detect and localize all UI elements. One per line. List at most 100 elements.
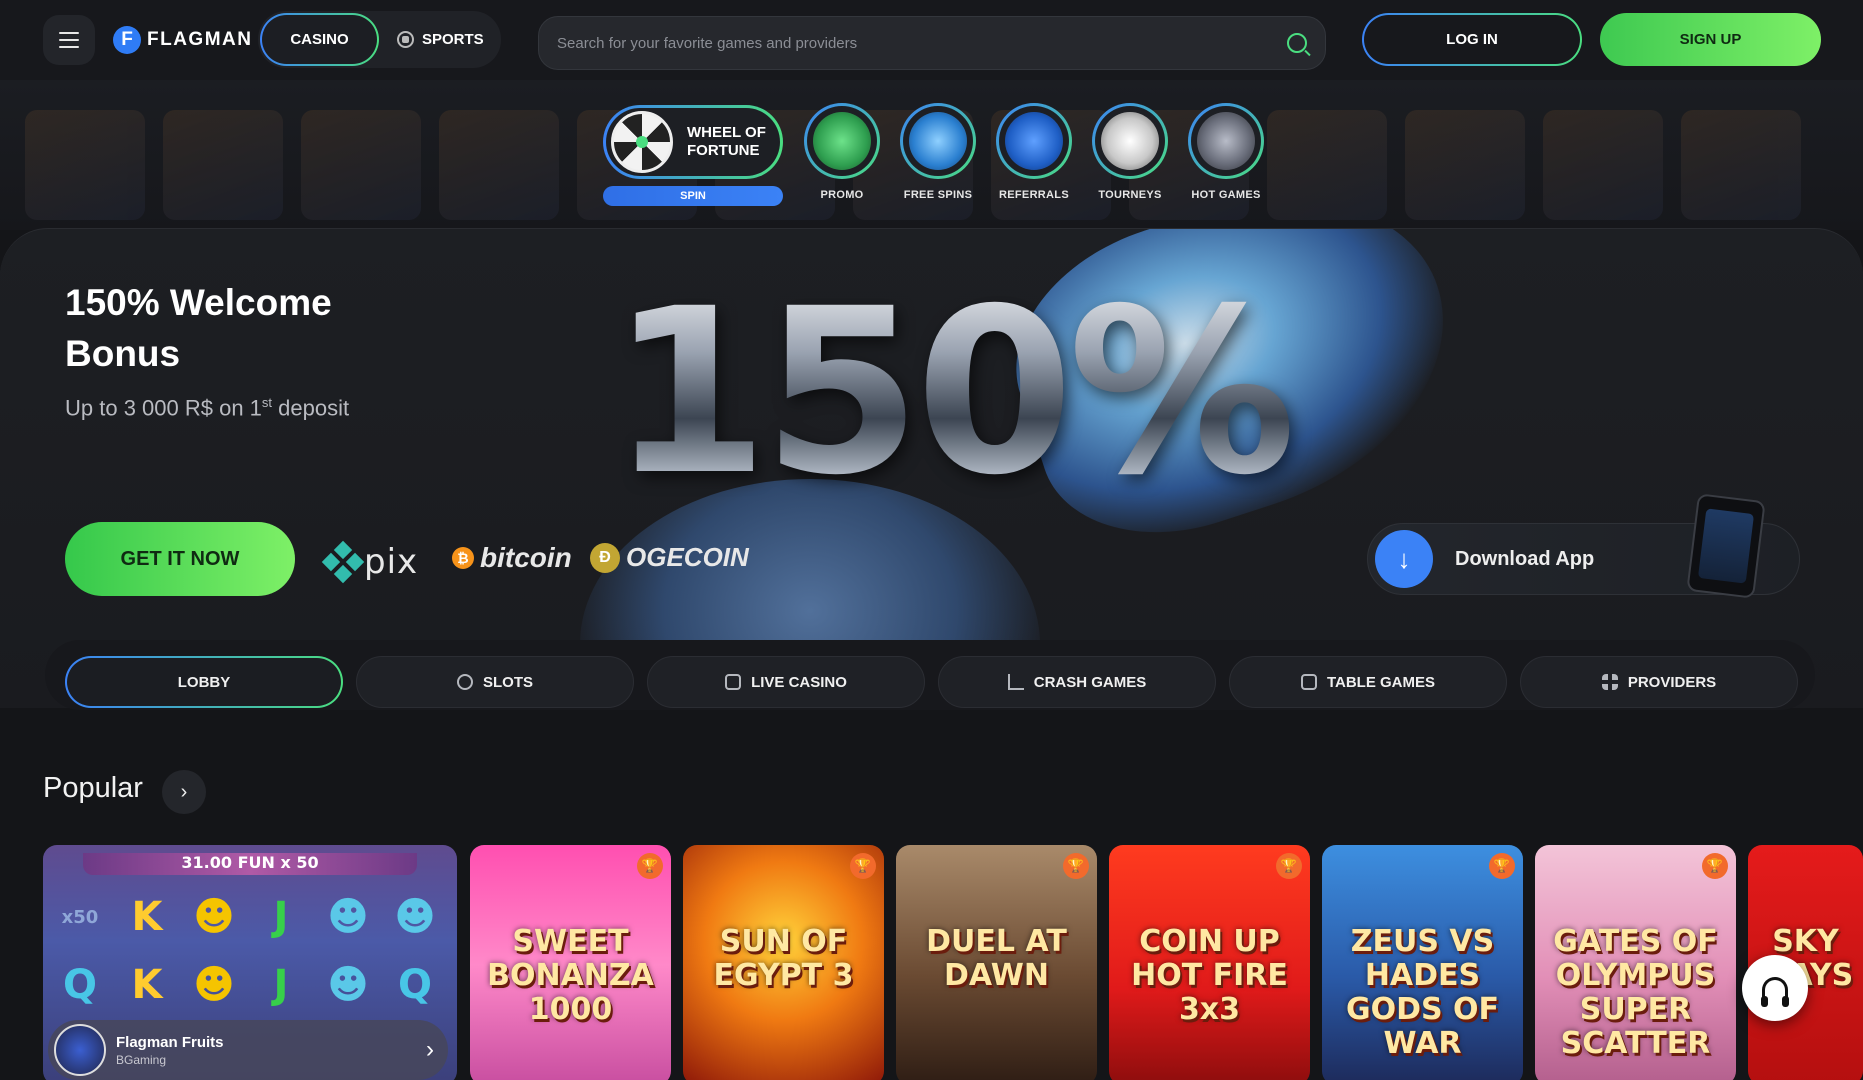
featured-game-info[interactable]: Flagman Fruits BGaming › — [48, 1020, 448, 1080]
section-title-popular: Popular — [43, 772, 143, 804]
slot-reels: x50 K ☻ J ☻ ☻ Q K ☻ J ☻ Q — [49, 887, 446, 1015]
referrals-ring — [996, 103, 1072, 179]
get-it-now-button[interactable]: GET IT NOW — [65, 522, 295, 596]
menu-icon-line — [59, 46, 79, 48]
background-tile — [439, 110, 559, 220]
bitcoin-icon: ₿ — [452, 547, 474, 569]
slot-symbol: Q — [397, 962, 432, 1008]
casino-mode-button[interactable]: CASINO — [260, 13, 379, 66]
ticket-icon — [909, 112, 967, 170]
slot-symbol: ☻ — [327, 962, 369, 1008]
tab-lobby[interactable]: LOBBY — [65, 656, 343, 708]
login-button[interactable]: LOG IN — [1362, 13, 1582, 66]
promo-ring — [804, 103, 880, 179]
dogecoin-icon: Ð — [590, 542, 620, 573]
sports-label: SPORTS — [422, 31, 484, 48]
spin-button[interactable]: SPIN — [603, 186, 783, 206]
background-tile — [163, 110, 283, 220]
slot-symbol: ☻ — [193, 894, 235, 940]
logo-icon: F — [113, 26, 141, 54]
signup-button[interactable]: SIGN UP — [1600, 13, 1821, 66]
popular-games-row: 31.00 FUN x 50 x50 K ☻ J ☻ ☻ Q K ☻ J ☻ Q… — [43, 845, 1863, 1080]
tab-label: PROVIDERS — [1627, 673, 1717, 691]
slot-symbol: J — [273, 962, 289, 1008]
quick-link-hot-games[interactable]: HOT GAMES — [1178, 103, 1274, 201]
support-chat-button[interactable] — [1742, 955, 1808, 1021]
game-card[interactable]: GATES OF OLYMPUS SUPER SCATTER 🏆 — [1535, 845, 1736, 1080]
search-icon[interactable] — [1287, 33, 1307, 53]
menu-button[interactable] — [43, 15, 95, 65]
top-bar: F FLAGMAN CASINO SPORTS LOG IN SIGN UP — [0, 0, 1863, 80]
trophy-icon — [1101, 112, 1159, 170]
slot-symbol: K — [131, 962, 163, 1008]
money-bag-icon — [1005, 112, 1063, 170]
game-card[interactable]: DUEL AT DAWN 🏆 — [896, 845, 1097, 1080]
popular-see-all-button[interactable]: › — [162, 770, 206, 814]
chevron-right-icon[interactable]: › — [412, 1036, 448, 1064]
background-tile — [301, 110, 421, 220]
quick-link-tourneys[interactable]: TOURNEYS — [1082, 103, 1178, 201]
game-title-art: SWEET BONANZA 1000 — [487, 924, 654, 1027]
bonus-title: 150% Welcome Bonus — [65, 282, 332, 374]
free-spins-ring — [900, 103, 976, 179]
piggy-bank-icon — [813, 112, 871, 170]
background-tile — [1405, 110, 1525, 220]
tab-label: CRASH GAMES — [1033, 673, 1147, 691]
trophy-icon: 🏆 — [1702, 853, 1728, 879]
wheel-icon — [611, 111, 673, 173]
quick-link-label: TOURNEYS — [1098, 189, 1162, 201]
tab-providers[interactable]: PROVIDERS — [1520, 656, 1798, 708]
quick-link-label: PROMO — [820, 189, 864, 201]
menu-icon-line — [59, 32, 79, 34]
bonus-subtitle: Up to 3 000 R$ on 1st deposit — [65, 395, 349, 421]
game-title-art: COIN UP HOT FIRE 3x3 — [1131, 924, 1288, 1027]
search-input[interactable] — [557, 34, 1287, 52]
dogecoin-text: OGECOIN — [626, 542, 749, 572]
football-icon — [397, 31, 414, 48]
pix-logo: pix — [321, 540, 418, 584]
trophy-icon: 🏆 — [1063, 853, 1089, 879]
tab-label: TABLE GAMES — [1326, 673, 1436, 691]
quick-link-label: HOT GAMES — [1191, 189, 1261, 201]
cherry-icon — [456, 674, 473, 690]
bitcoin-logo: ₿ bitcoin — [452, 542, 572, 574]
slot-symbol: Q — [62, 962, 97, 1008]
sports-mode-button[interactable]: SPORTS — [397, 31, 484, 48]
bonus-subtitle-text: Up to 3 000 R$ on 1 — [65, 395, 262, 421]
background-tile — [25, 110, 145, 220]
trophy-icon: 🏆 — [1276, 853, 1302, 879]
trophy-icon: 🏆 — [1489, 853, 1515, 879]
game-card[interactable]: COIN UP HOT FIRE 3x3 🏆 — [1109, 845, 1310, 1080]
background-tile — [1543, 110, 1663, 220]
tab-slots[interactable]: SLOTS — [356, 656, 634, 708]
logo-text: FLAGMAN — [147, 29, 253, 50]
game-card[interactable]: SWEET BONANZA 1000 🏆 — [470, 845, 671, 1080]
game-title-art: ZEUS VS HADES GODS OF WAR — [1345, 924, 1500, 1061]
quick-link-referrals[interactable]: REFERRALS — [986, 103, 1082, 201]
menu-icon-line — [59, 39, 79, 41]
featured-game-card[interactable]: 31.00 FUN x 50 x50 K ☻ J ☻ ☻ Q K ☻ J ☻ Q… — [43, 845, 457, 1080]
slot-symbol: x50 — [61, 906, 99, 928]
background-tile — [1267, 110, 1387, 220]
wheel-of-fortune-card[interactable]: WHEEL OF FORTUNE — [603, 105, 783, 179]
game-title-art: GATES OF OLYMPUS SUPER SCATTER — [1553, 924, 1718, 1061]
dogecoin-logo: Ð OGECOIN — [590, 542, 749, 573]
pix-icon — [321, 540, 365, 584]
provider-avatar — [54, 1024, 106, 1076]
quick-link-promo[interactable]: PROMO — [794, 103, 890, 201]
game-card[interactable]: SUN OF EGYPT 3 🏆 — [683, 845, 884, 1080]
grid-icon — [1601, 674, 1618, 690]
download-icon: ↓ — [1375, 530, 1433, 588]
tab-crash-games[interactable]: CRASH GAMES — [938, 656, 1216, 708]
logo[interactable]: F FLAGMAN — [113, 26, 252, 54]
tab-label: LIVE CASINO — [751, 673, 847, 691]
download-app-label: Download App — [1455, 547, 1595, 570]
phone-mockup — [1686, 493, 1766, 599]
chart-up-icon — [1007, 674, 1024, 690]
game-card[interactable]: ZEUS VS HADES GODS OF WAR 🏆 — [1322, 845, 1523, 1080]
headset-icon — [1761, 977, 1789, 1007]
tab-live-casino[interactable]: LIVE CASINO — [647, 656, 925, 708]
background-tile — [1681, 110, 1801, 220]
tab-table-games[interactable]: TABLE GAMES — [1229, 656, 1507, 708]
quick-link-free-spins[interactable]: FREE SPINS — [890, 103, 986, 201]
